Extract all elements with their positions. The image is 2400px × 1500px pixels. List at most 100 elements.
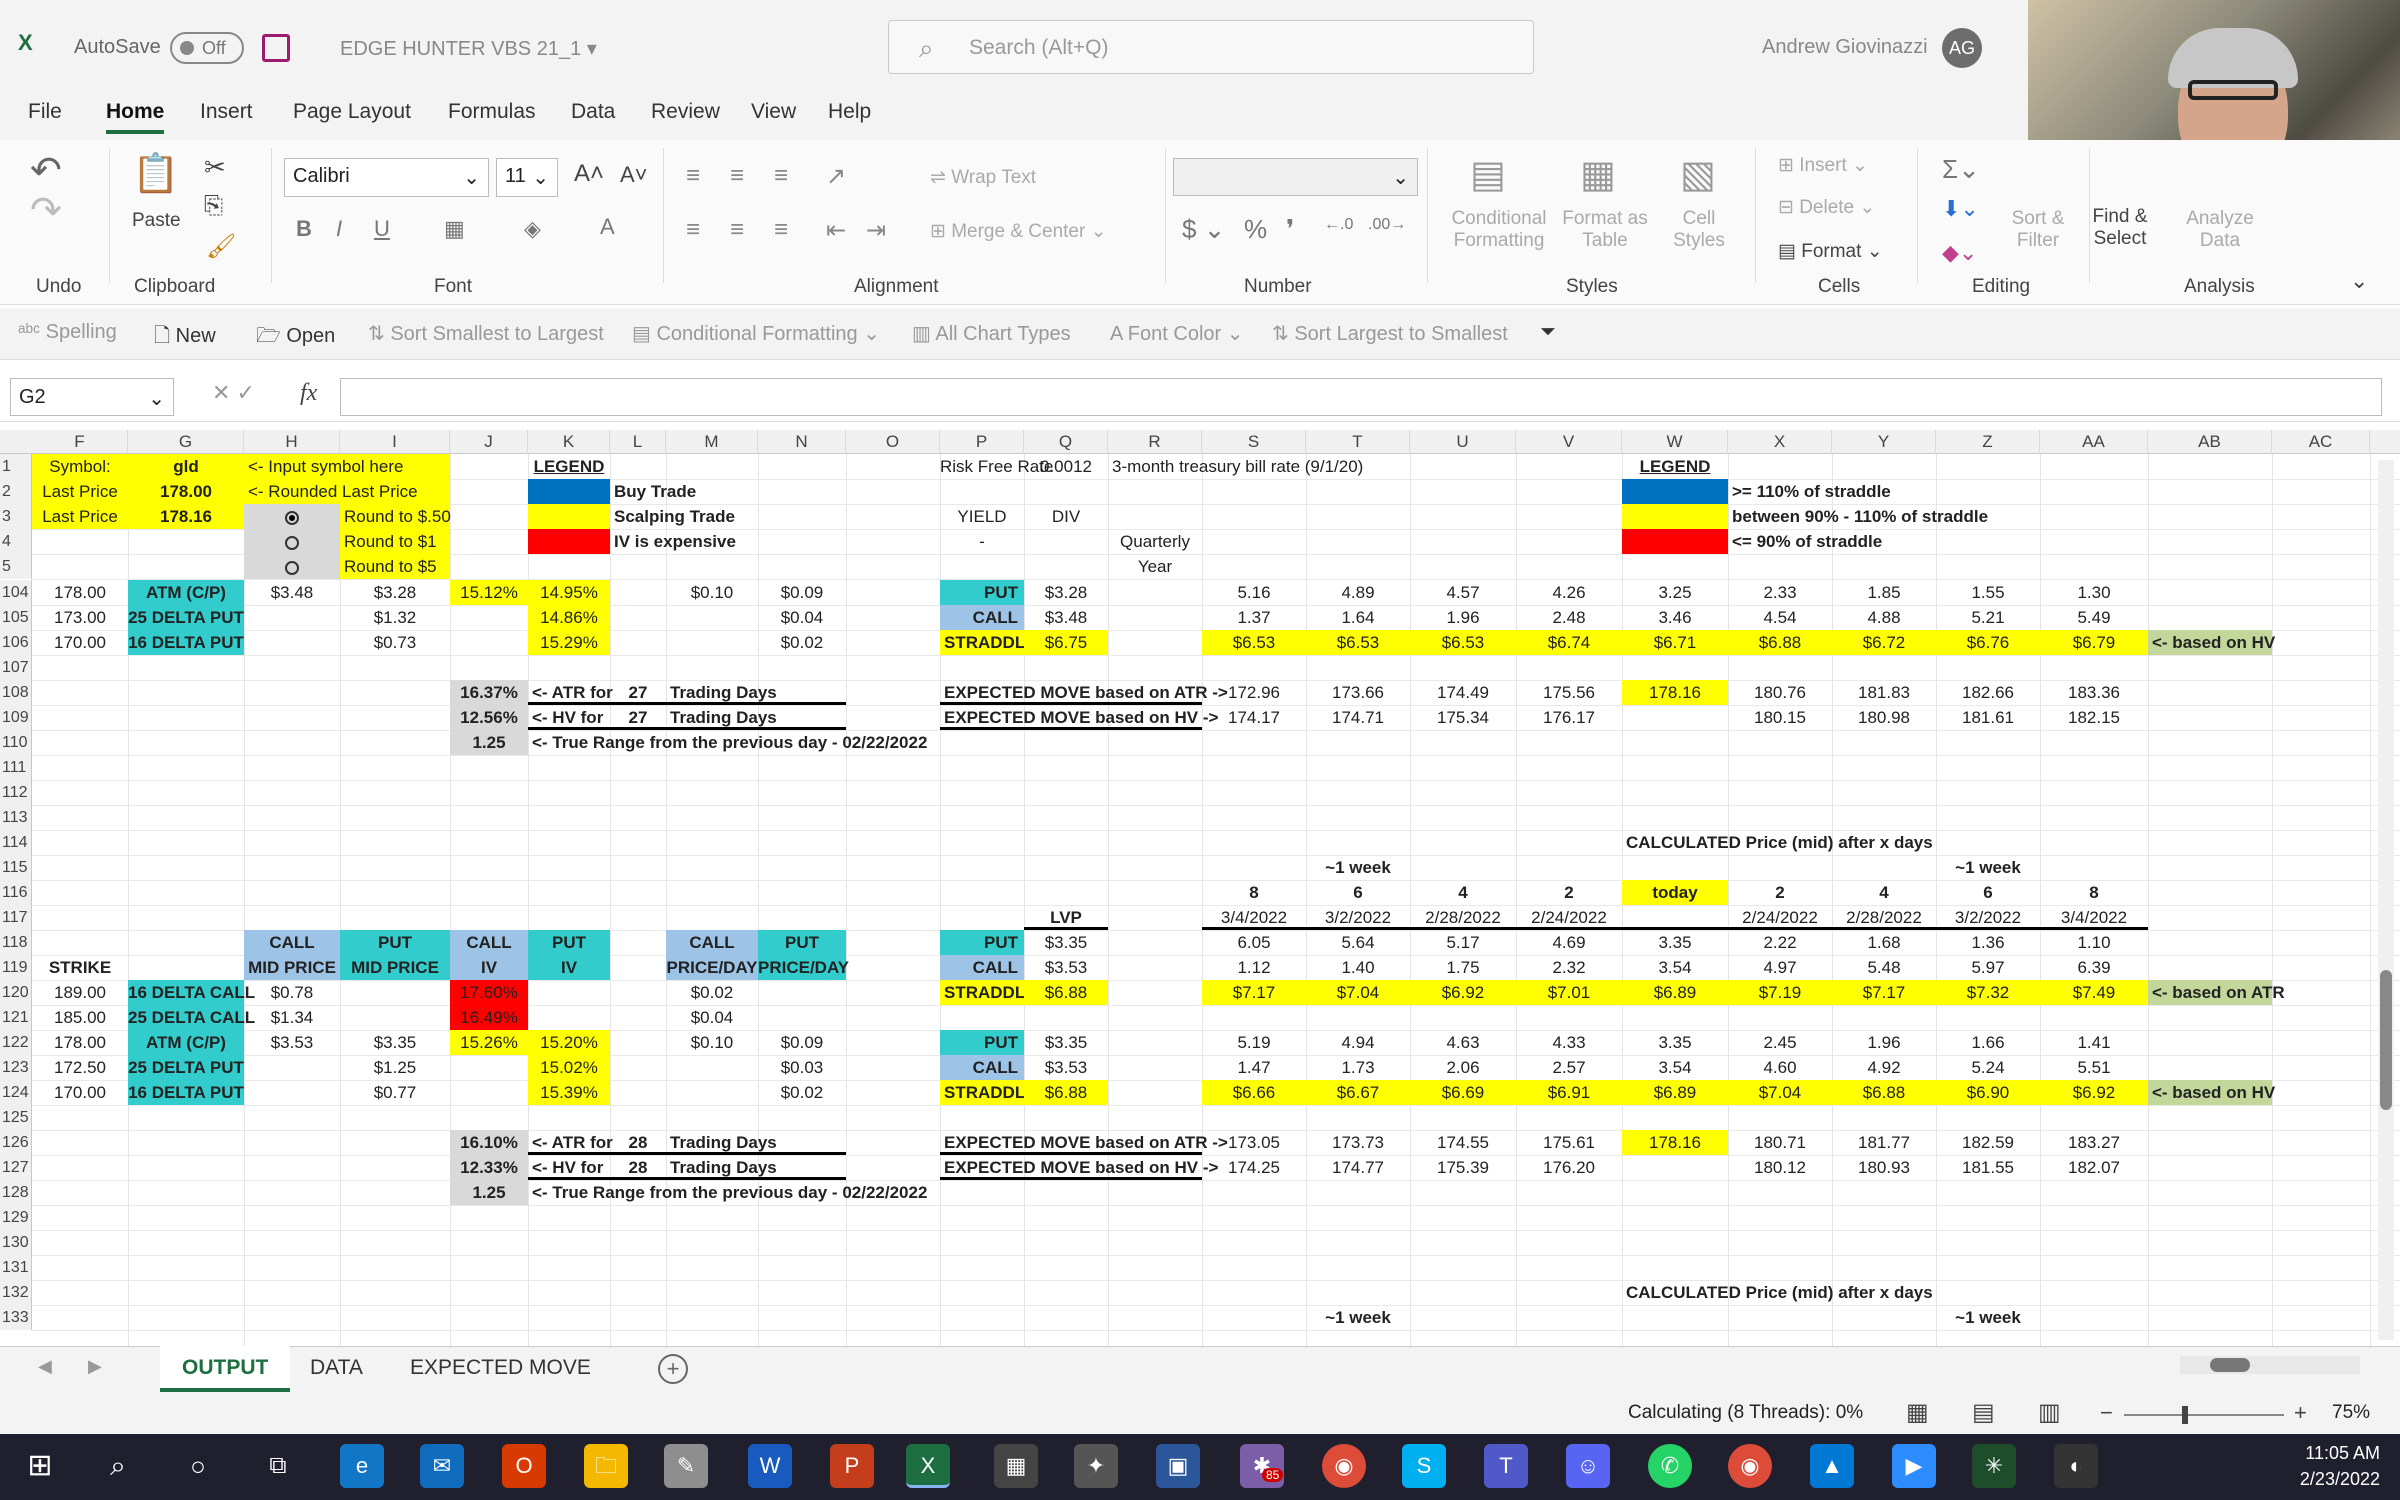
- column-header-f[interactable]: F: [32, 430, 128, 454]
- page-break-view-icon[interactable]: ▥: [2038, 1398, 2061, 1427]
- cell-g2[interactable]: 178.00: [128, 479, 244, 504]
- cell-styles-icon[interactable]: ▧: [1680, 152, 1716, 197]
- qat-chart-types[interactable]: ▥ All Chart Types: [912, 321, 1071, 346]
- cell-v108[interactable]: 175.56: [1516, 680, 1622, 705]
- cell-f104[interactable]: 178.00: [32, 580, 128, 605]
- cell-aa108[interactable]: 183.36: [2040, 680, 2148, 705]
- cell-n123[interactable]: $0.03: [758, 1055, 846, 1080]
- cell-g105[interactable]: 25 DELTA PUT: [128, 605, 244, 630]
- teams-icon[interactable]: T: [1484, 1444, 1528, 1488]
- menu-help[interactable]: Help: [828, 100, 871, 124]
- cell-u123[interactable]: 2.06: [1410, 1055, 1516, 1080]
- cell-p118[interactable]: PUT: [940, 930, 1024, 955]
- cell-p4[interactable]: -: [940, 529, 1024, 554]
- cell-i124[interactable]: $0.77: [340, 1080, 450, 1105]
- cell-k124[interactable]: 15.39%: [528, 1080, 610, 1105]
- cell-aa126[interactable]: 183.27: [2040, 1130, 2148, 1155]
- cell-m126[interactable]: Trading Days: [666, 1130, 846, 1155]
- cell-s105[interactable]: 1.37: [1202, 605, 1306, 630]
- cell-w114[interactable]: CALCULATED Price (mid) after x days: [1622, 830, 2040, 855]
- whatsapp-icon[interactable]: ✆: [1648, 1444, 1692, 1488]
- photos-icon[interactable]: ▲: [1810, 1444, 1854, 1488]
- row-header-4[interactable]: 4: [0, 529, 32, 554]
- column-header-m[interactable]: M: [666, 430, 758, 454]
- horizontal-scroll-thumb[interactable]: [2210, 1358, 2250, 1372]
- cell-v126[interactable]: 175.61: [1516, 1130, 1622, 1155]
- cell-u118[interactable]: 5.17: [1410, 930, 1516, 955]
- row-header-1[interactable]: 1: [0, 454, 32, 479]
- cell-g1[interactable]: gld: [128, 454, 244, 479]
- cell-z116[interactable]: 6: [1936, 880, 2040, 905]
- insert-function-icon[interactable]: fx: [300, 380, 317, 407]
- cell-x108[interactable]: 180.76: [1728, 680, 1832, 705]
- cell-m104[interactable]: $0.10: [666, 580, 758, 605]
- edge-icon[interactable]: e: [340, 1444, 384, 1488]
- column-header-w[interactable]: W: [1622, 430, 1728, 454]
- cell-t117[interactable]: 3/2/2022: [1306, 905, 1410, 930]
- qat-spelling[interactable]: ᵃᵇᶜ Spelling: [18, 321, 117, 344]
- column-header-ab[interactable]: AB: [2148, 430, 2272, 454]
- align-right-icon[interactable]: ≡: [774, 216, 788, 244]
- insert-cells-button[interactable]: ⊞ Insert ⌄: [1778, 154, 1868, 177]
- cell-v122[interactable]: 4.33: [1516, 1030, 1622, 1055]
- cell-aa124[interactable]: $6.92: [2040, 1080, 2148, 1105]
- cell-p126[interactable]: EXPECTED MOVE based on ATR ->: [940, 1130, 1228, 1155]
- row-header-133[interactable]: 133: [0, 1305, 32, 1330]
- cell-u109[interactable]: 175.34: [1410, 705, 1516, 730]
- format-as-table-button[interactable]: Format as Table: [1560, 208, 1650, 252]
- cell-h1[interactable]: <- Input symbol here: [244, 454, 450, 479]
- zoom-app-icon[interactable]: ▶: [1892, 1444, 1936, 1488]
- cell-s118[interactable]: 6.05: [1202, 930, 1306, 955]
- cell-k106[interactable]: 15.29%: [528, 630, 610, 655]
- cell-k4[interactable]: [528, 529, 610, 554]
- column-header-p[interactable]: P: [940, 430, 1024, 454]
- cell-aa123[interactable]: 5.51: [2040, 1055, 2148, 1080]
- cell-p106[interactable]: STRADDLE: [940, 630, 1037, 655]
- column-header-h[interactable]: H: [244, 430, 340, 454]
- cell-t108[interactable]: 173.66: [1306, 680, 1410, 705]
- autosum-icon[interactable]: Σ⌄: [1942, 154, 1980, 185]
- cell-n105[interactable]: $0.04: [758, 605, 846, 630]
- cell-aa117[interactable]: 3/4/2022: [2040, 905, 2148, 930]
- align-bottom-icon[interactable]: ≡: [774, 162, 788, 190]
- app-icon-3[interactable]: ✳: [1972, 1444, 2016, 1488]
- column-header-aa[interactable]: AA: [2040, 430, 2148, 454]
- cell-k110[interactable]: <- True Range from the previous day - 02…: [528, 730, 940, 755]
- cell-x104[interactable]: 2.33: [1728, 580, 1832, 605]
- cell-m122[interactable]: $0.10: [666, 1030, 758, 1055]
- cell-g3[interactable]: 178.16: [128, 504, 244, 529]
- cell-i5[interactable]: Round to $5: [340, 554, 450, 579]
- cell-k109[interactable]: <- HV for: [528, 705, 610, 730]
- cell-h121[interactable]: $1.34: [244, 1005, 340, 1030]
- cell-j110[interactable]: 1.25: [450, 730, 528, 755]
- cell-p119[interactable]: CALL: [940, 955, 1024, 980]
- cell-w3[interactable]: [1622, 504, 1728, 529]
- align-center-icon[interactable]: ≡: [730, 216, 744, 244]
- cell-s106[interactable]: $6.53: [1202, 630, 1306, 655]
- cell-x3[interactable]: between 90% - 110% of straddle: [1728, 504, 2040, 529]
- cell-h2[interactable]: <- Rounded Last Price: [244, 479, 450, 504]
- cell-t126[interactable]: 173.73: [1306, 1130, 1410, 1155]
- row-header-2[interactable]: 2: [0, 479, 32, 504]
- cell-s122[interactable]: 5.19: [1202, 1030, 1306, 1055]
- cell-k3[interactable]: [528, 504, 610, 529]
- horizontal-scrollbar[interactable]: [2180, 1356, 2360, 1374]
- percent-icon[interactable]: %: [1244, 214, 1267, 245]
- row-header-123[interactable]: 123: [0, 1055, 32, 1080]
- row-header-117[interactable]: 117: [0, 905, 32, 930]
- cell-s123[interactable]: 1.47: [1202, 1055, 1306, 1080]
- cell-k105[interactable]: 14.86%: [528, 605, 610, 630]
- cell-g122[interactable]: ATM (C/P): [128, 1030, 244, 1055]
- radio-round-5[interactable]: [285, 560, 299, 575]
- orientation-icon[interactable]: ↗: [826, 162, 846, 191]
- align-top-icon[interactable]: ≡: [686, 162, 700, 190]
- cell-m119[interactable]: PRICE/DAY: [666, 955, 758, 980]
- cell-n119[interactable]: PRICE/DAY: [758, 955, 849, 980]
- cell-k127[interactable]: <- HV for: [528, 1155, 610, 1180]
- cell-f121[interactable]: 185.00: [32, 1005, 128, 1030]
- cell-y123[interactable]: 4.92: [1832, 1055, 1936, 1080]
- autosave-toggle[interactable]: Off: [170, 32, 244, 64]
- column-header-z[interactable]: Z: [1936, 430, 2040, 454]
- calculator-icon[interactable]: ▦: [994, 1444, 1038, 1488]
- cell-x118[interactable]: 2.22: [1728, 930, 1832, 955]
